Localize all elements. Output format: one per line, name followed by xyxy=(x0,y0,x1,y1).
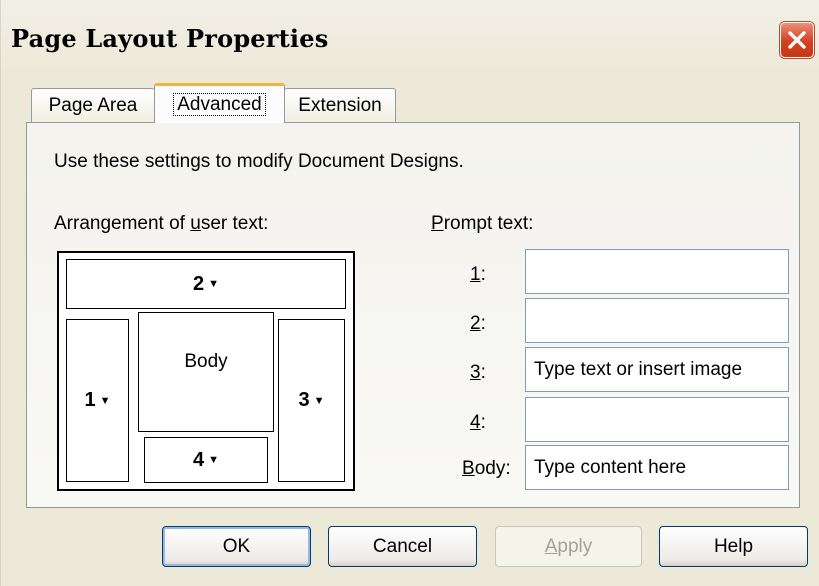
prompt-text-access-key: P xyxy=(431,213,444,234)
prompt-1-label: 1: xyxy=(470,264,486,286)
prompt-text-label: Prompt text: xyxy=(431,213,533,235)
apply-button-label: Apply xyxy=(545,536,593,558)
tab-extension-label: Extension xyxy=(298,94,382,116)
prompt-3-suffix: : xyxy=(480,362,486,383)
region-4-dropdown[interactable]: 4 ▼ xyxy=(144,437,268,483)
advanced-tab-panel: Use these settings to modify Document De… xyxy=(26,122,800,508)
apply-label-rest: pply xyxy=(557,535,593,557)
arrangement-label-access-key: u xyxy=(190,213,201,234)
prompt-4-access-key: 4 xyxy=(470,412,481,433)
prompt-text-label-post: rompt text: xyxy=(443,213,534,234)
tab-extension[interactable]: Extension xyxy=(284,88,396,122)
prompt-4-field[interactable] xyxy=(525,397,789,442)
prompt-2-field[interactable] xyxy=(525,298,789,343)
cancel-button[interactable]: Cancel xyxy=(328,526,477,567)
prompt-body-access-key: B xyxy=(462,458,475,479)
tab-advanced-label: Advanced xyxy=(173,93,266,116)
prompt-3-access-key: 3 xyxy=(470,362,481,383)
region-3-label: 3 xyxy=(298,389,310,411)
body-region-label: Body xyxy=(184,351,228,372)
prompt-4-suffix: : xyxy=(480,412,486,433)
description-text: Use these settings to modify Document De… xyxy=(54,151,464,172)
prompt-1-suffix: : xyxy=(480,264,486,285)
arrangement-label-pre: Arrangement of xyxy=(54,213,191,234)
region-1-dropdown[interactable]: 1 ▼ xyxy=(66,319,129,482)
prompt-2-label: 2: xyxy=(470,313,486,335)
cancel-button-label: Cancel xyxy=(372,535,433,557)
region-2-dropdown[interactable]: 2 ▼ xyxy=(66,259,346,309)
page-layout-dialog: Page Layout Properties Page Area Advance… xyxy=(0,0,819,586)
prompt-4-label: 4: xyxy=(470,412,486,434)
apply-button[interactable]: Apply xyxy=(495,526,642,567)
dialog-title: Page Layout Properties xyxy=(11,24,329,53)
region-3-dropdown[interactable]: 3 ▼ xyxy=(278,319,345,482)
arrangement-diagram: 2 ▼ 1 ▼ Body 4 ▼ 3 ▼ xyxy=(57,251,355,491)
prompt-3-label: 3: xyxy=(470,362,486,384)
help-button[interactable]: Help xyxy=(659,526,808,567)
prompt-1-access-key: 1 xyxy=(470,264,481,285)
dropdown-caret-icon: ▼ xyxy=(313,394,325,407)
arrangement-label: Arrangement of user text: xyxy=(54,213,268,235)
prompt-2-suffix: : xyxy=(480,313,486,334)
region-2-label: 2 xyxy=(192,272,205,295)
close-icon xyxy=(788,31,806,49)
prompt-body-suffix: ody: xyxy=(474,458,511,479)
prompt-body-field[interactable]: Type content here xyxy=(525,445,789,490)
region-1-label: 1 xyxy=(84,389,96,411)
prompt-body-label: Body: xyxy=(462,458,511,480)
tab-page-area[interactable]: Page Area xyxy=(31,88,155,122)
region-4-label: 4 xyxy=(192,448,205,471)
dropdown-caret-icon: ▼ xyxy=(208,278,219,290)
prompt-1-field[interactable] xyxy=(525,249,789,294)
prompt-2-access-key: 2 xyxy=(470,313,481,334)
title-bar[interactable]: Page Layout Properties xyxy=(1,0,819,72)
apply-access-key: A xyxy=(544,535,558,557)
arrangement-label-post: ser text: xyxy=(200,213,269,234)
tab-advanced[interactable]: Advanced xyxy=(154,83,285,123)
prompt-3-field[interactable]: Type text or insert image xyxy=(525,347,789,392)
dropdown-caret-icon: ▼ xyxy=(208,454,219,466)
ok-button[interactable]: OK xyxy=(162,526,311,567)
ok-button-label: OK xyxy=(222,535,251,557)
dropdown-caret-icon: ▼ xyxy=(99,394,111,407)
help-button-label: Help xyxy=(713,535,754,557)
tab-page-area-label: Page Area xyxy=(48,94,138,116)
close-button[interactable] xyxy=(780,22,814,58)
body-region: Body xyxy=(138,312,274,432)
